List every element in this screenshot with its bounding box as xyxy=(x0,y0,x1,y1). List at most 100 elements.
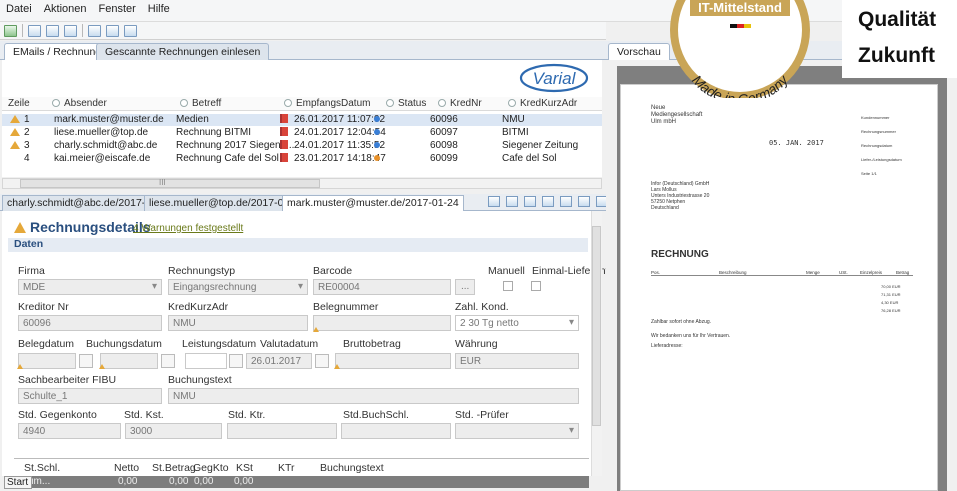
table-row[interactable]: um... 0,00 0,00 0,00 0,00 xyxy=(14,476,589,488)
col-status[interactable]: Status xyxy=(386,98,426,109)
tab-gescannte[interactable]: Gescannte Rechnungen einlesen xyxy=(96,43,270,60)
label-belegdatum: Belegdatum xyxy=(18,338,75,350)
table-icon[interactable] xyxy=(578,196,590,207)
calendar-icon[interactable] xyxy=(161,354,175,368)
table-row[interactable]: 2 liese.mueller@top.de Rechnung BITMI 24… xyxy=(2,127,602,139)
calendar-icon[interactable] xyxy=(229,354,243,368)
col-betreff[interactable]: Betreff xyxy=(180,98,221,109)
table-row[interactable]: 4 kai.meier@eiscafe.de Rechnung Cafe del… xyxy=(2,153,602,165)
flag-icon xyxy=(280,127,288,138)
waehrung-field[interactable]: EUR xyxy=(455,353,579,369)
window-icon[interactable] xyxy=(46,24,59,37)
col-krednr[interactable]: KredNr xyxy=(438,98,482,109)
zahlkond-select[interactable]: 2 30 Tg netto xyxy=(455,315,579,331)
belegdatum-field[interactable] xyxy=(18,353,76,369)
col-kurz[interactable]: KredKurzAdr xyxy=(508,98,577,109)
th-netto: Netto xyxy=(114,462,140,474)
start-button[interactable]: Start xyxy=(4,476,32,489)
table-row[interactable]: 3 charly.schmidt@abc.de Rechnung 2017 Si… xyxy=(2,140,602,152)
menu-fenster[interactable]: Fenster xyxy=(93,0,142,15)
flag-icon xyxy=(280,153,288,164)
main-tabs: EMails / Rechnungen Gescannte Rechnungen… xyxy=(0,41,606,61)
ktr-field[interactable] xyxy=(227,423,337,439)
kreditor-field[interactable]: 60096 xyxy=(18,315,162,331)
attach-icon[interactable] xyxy=(28,24,41,37)
sachbearbeiter-field[interactable]: Schulte_1 xyxy=(18,388,162,404)
col-zeile[interactable]: Zeile xyxy=(8,98,30,109)
row-krednr: 60096 xyxy=(430,114,458,125)
valuta-field[interactable]: 26.01.2017 xyxy=(246,353,312,369)
warnings-link[interactable]: 4 Warnungen festgestellt xyxy=(133,223,243,234)
row-datum: 26.01.2017 11:07:02 xyxy=(294,114,386,125)
warning-marker xyxy=(334,364,340,369)
kurzadr-field[interactable]: NMU xyxy=(168,315,308,331)
pdf-col: Pos. xyxy=(651,270,661,275)
einmal-checkbox[interactable] xyxy=(531,281,541,291)
table-row[interactable]: 1 mark.muster@muster.de Medien 26.01.201… xyxy=(2,114,602,126)
row-betreff: Medien xyxy=(176,114,209,125)
menu-datei[interactable]: Datei xyxy=(0,0,38,15)
belegnummer-field[interactable] xyxy=(313,315,451,331)
scrollbar-thumb[interactable] xyxy=(592,226,601,426)
label-buchungstext: Buchungstext xyxy=(168,374,232,386)
warning-marker xyxy=(313,327,319,332)
label-kurzadr: KredKurzAdr xyxy=(168,301,229,313)
th-ktr: KTr xyxy=(278,462,295,474)
label-kreditor: Kreditor Nr xyxy=(18,301,69,313)
label-brutto: Bruttobetrag xyxy=(343,338,401,350)
buchschl-field[interactable] xyxy=(341,423,451,439)
col-label: Status xyxy=(398,98,427,109)
label-sachbearbeiter: Sachbearbeiter FIBU xyxy=(18,374,117,386)
edit-icon[interactable] xyxy=(106,24,119,37)
scan-icon[interactable] xyxy=(488,196,500,207)
status-dot xyxy=(374,153,380,164)
brutto-field[interactable] xyxy=(335,353,451,369)
menu-hilfe[interactable]: Hilfe xyxy=(142,0,176,15)
export-icon[interactable] xyxy=(524,196,536,207)
svg-text:Varial: Varial xyxy=(533,69,577,88)
scrollbar-thumb[interactable]: III xyxy=(20,178,320,188)
status-dot xyxy=(374,127,380,138)
list-icon[interactable] xyxy=(124,24,137,37)
posting-table-header: St.Schl. Netto St.Betrag GegKto KSt KTr … xyxy=(14,458,589,476)
sync-icon[interactable] xyxy=(560,196,572,207)
calendar-icon[interactable] xyxy=(79,354,93,368)
pdf-side-info: Kundennummer Rechnungsnummer Rechnungsdatu… xyxy=(861,111,902,181)
kst-field[interactable]: 3000 xyxy=(125,423,222,439)
buchungstext-field[interactable]: NMU xyxy=(168,388,579,404)
buchungsdatum-field[interactable] xyxy=(100,353,158,369)
save-icon[interactable] xyxy=(506,196,518,207)
mail-icon[interactable] xyxy=(542,196,554,207)
row-kurz: Cafe del Sol xyxy=(502,153,557,164)
calendar-icon[interactable] xyxy=(315,354,329,368)
label-zahlkond: Zahl. Kond. xyxy=(455,301,509,313)
col-absender[interactable]: Absender xyxy=(52,98,107,109)
manuell-checkbox[interactable] xyxy=(503,281,513,291)
th-gegkto: GegKto xyxy=(193,462,229,474)
warning-marker xyxy=(17,364,23,369)
window2-icon[interactable] xyxy=(64,24,77,37)
doc-tab-mark[interactable]: mark.muster@muster.de/2017-01-24 xyxy=(282,195,464,211)
pdf-side-line: Kundennummer xyxy=(861,115,890,120)
slogan-qualitaet: Qualität xyxy=(858,8,937,31)
pdf-sender-line: Ulm mbH xyxy=(651,119,676,125)
row-absender: liese.mueller@top.de xyxy=(54,127,149,138)
label-pruefer: Std. -Prüfer xyxy=(455,409,509,421)
label-leistungsdatum: Leistungsdatum xyxy=(182,338,257,350)
leistungsdatum-field[interactable] xyxy=(185,353,227,369)
rechnungstyp-select[interactable]: Eingangsrechnung xyxy=(168,279,308,295)
svg-text:IT-Mittelstand: IT-Mittelstand xyxy=(698,0,782,15)
invoice-pdf-page: Neue Mediengesellschaft Ulm mbH 05. JAN. 2… xyxy=(620,84,938,491)
refresh-icon[interactable] xyxy=(4,24,17,37)
col-datum[interactable]: EmpfangsDatum xyxy=(284,98,370,109)
firma-select[interactable]: MDE xyxy=(18,279,162,295)
gegenkonto-field[interactable]: 4940 xyxy=(18,423,121,439)
chart-icon[interactable] xyxy=(88,24,101,37)
row-krednr: 60099 xyxy=(430,153,458,164)
barcode-browse-button[interactable]: ... xyxy=(455,279,475,295)
row-kurz: Siegener Zeitung xyxy=(502,140,579,151)
barcode-field[interactable]: RE00004 xyxy=(313,279,451,295)
pruefer-select[interactable] xyxy=(455,423,579,439)
pdf-addr-line: Deutschland xyxy=(651,205,679,211)
menu-aktionen[interactable]: Aktionen xyxy=(38,0,93,15)
